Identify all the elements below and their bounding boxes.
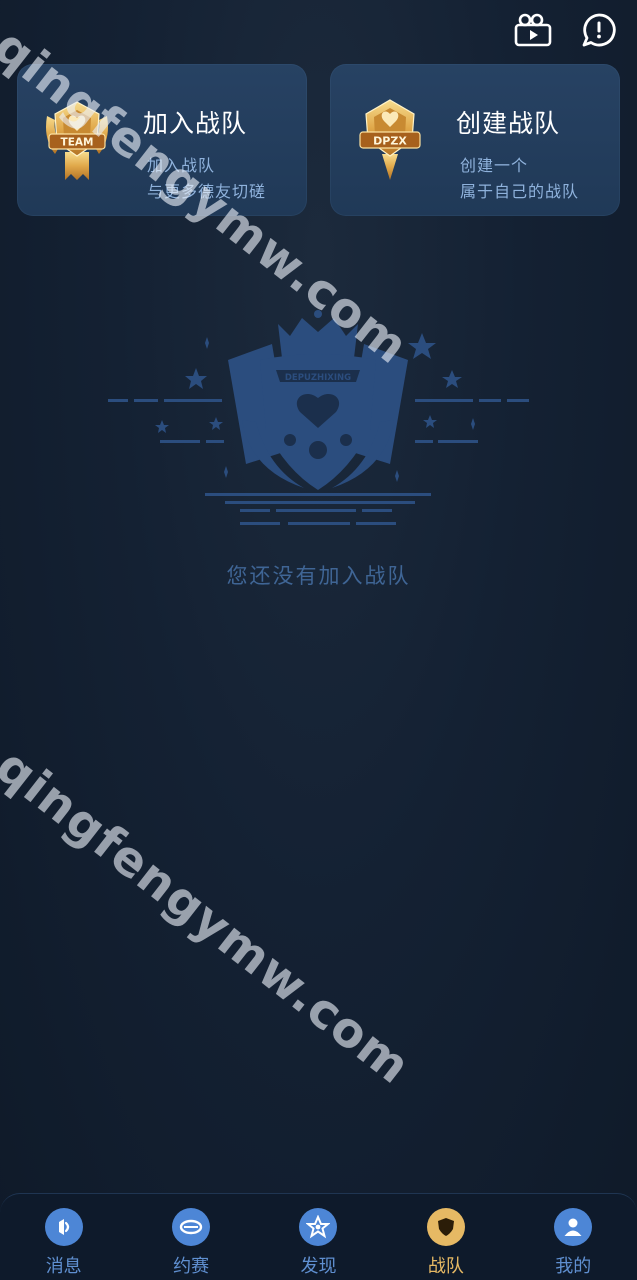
tab-messages[interactable]: 消息 (14, 1194, 114, 1278)
create-team-card[interactable]: DPZX 创建战队 创建一个 属于自己的战队 (330, 64, 620, 216)
tab-match[interactable]: 约赛 (141, 1194, 241, 1278)
create-team-subtitle-1: 创建一个 (460, 156, 529, 175)
discover-icon (299, 1208, 338, 1246)
create-team-subtitle-2: 属于自己的战队 (460, 182, 580, 201)
bottom-tab-bar: 消息 约赛 发现 战队 我的 (0, 1193, 637, 1280)
match-icon (172, 1208, 211, 1246)
tab-discover-label: 发现 (300, 1256, 337, 1277)
tab-profile-label: 我的 (555, 1256, 592, 1277)
create-team-title: 创建战队 (456, 109, 561, 138)
empty-state-text: 您还没有加入战队 (226, 564, 411, 588)
tab-profile[interactable]: 我的 (523, 1194, 623, 1278)
profile-icon (554, 1208, 593, 1246)
tab-team-label: 战队 (427, 1256, 464, 1277)
tab-match-label: 约赛 (173, 1256, 210, 1277)
header-icons (513, 10, 619, 50)
team-emblem-icon: DEPUZHIXING (100, 300, 537, 540)
dpzx-badge-text: DPZX (373, 135, 407, 148)
dpzx-badge-icon: DPZX (354, 94, 426, 184)
video-camera-icon[interactable] (513, 10, 553, 50)
tab-team[interactable]: 战队 (396, 1194, 496, 1278)
tab-discover[interactable]: 发现 (268, 1194, 368, 1278)
tab-messages-label: 消息 (45, 1256, 82, 1277)
watermark-text-bottom: qingfengymw.com (0, 738, 421, 1096)
emblem-text: DEPUZHIXING (285, 373, 351, 383)
message-icon (44, 1208, 83, 1246)
team-icon (426, 1208, 465, 1246)
chat-bubble-icon[interactable] (579, 10, 619, 50)
